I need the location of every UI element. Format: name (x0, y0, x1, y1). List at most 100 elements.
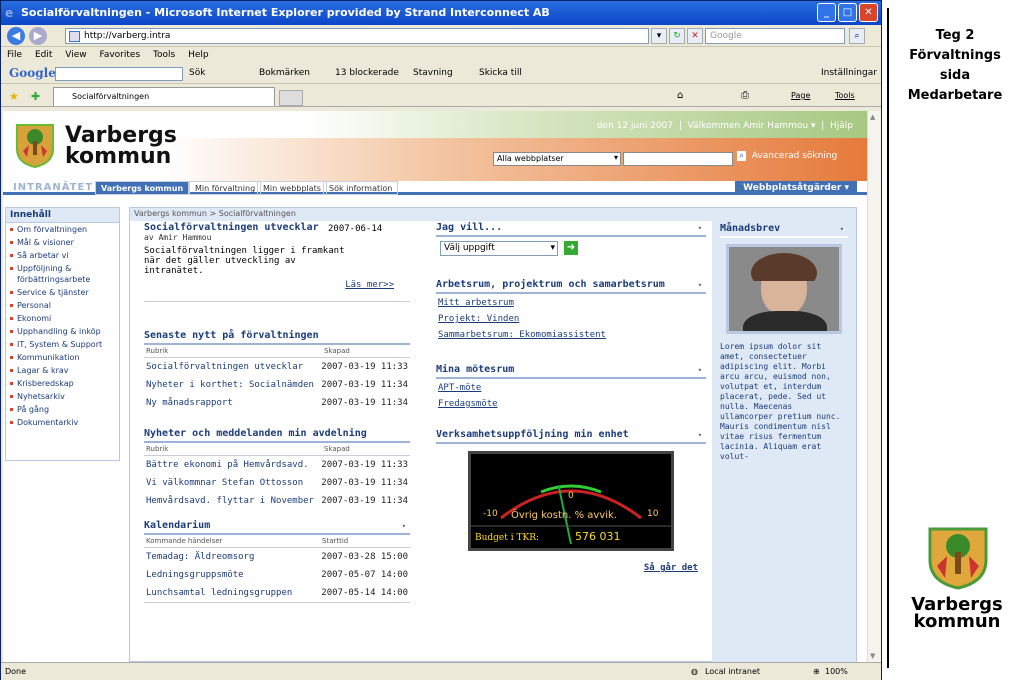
row-title[interactable]: Bättre ekonomi på Hemvårdsavd. (146, 459, 321, 471)
tab-min-webbplats[interactable]: Min webbplats (257, 181, 327, 195)
back-button[interactable]: ◀ (7, 27, 25, 45)
column-header[interactable]: Skapad (324, 347, 350, 355)
help-link[interactable]: Hjälp (830, 121, 853, 131)
table-row[interactable]: Socialförvaltningen utvecklar 2007-03-19 … (144, 358, 410, 376)
column-header[interactable]: Kommande händelser (146, 537, 322, 545)
search-scope-select[interactable]: Alla webbplatser ▾ (493, 152, 621, 166)
vertical-scrollbar[interactable]: ▲ ▼ (867, 111, 881, 662)
tab-varbergs-kommun[interactable]: Varbergs kommun (95, 181, 190, 195)
tab-socialforvaltningen[interactable]: Socialförvaltningen (53, 87, 275, 106)
table-row[interactable]: Vi välkommnar Stefan Ottosson 2007-03-19 … (144, 474, 410, 492)
menu-edit[interactable]: Edit (35, 50, 52, 60)
left-nav-item[interactable]: IT, System & Support (6, 338, 119, 351)
left-nav-item[interactable]: Dokumentarkiv (6, 416, 119, 429)
left-nav-item[interactable]: Så arbetar vi (6, 249, 119, 262)
scroll-up-icon[interactable]: ▲ (870, 113, 875, 121)
site-actions-button[interactable]: Webbplatsåtgärder ▾ (735, 181, 857, 195)
left-nav-item[interactable]: Om förvaltningen (6, 223, 119, 236)
google-search-button[interactable]: Sök (189, 68, 205, 78)
task-select[interactable]: Välj uppgift ▾ (440, 241, 558, 256)
chevron-down-icon[interactable]: ▾ (402, 522, 406, 530)
menu-favorites[interactable]: Favorites (99, 50, 140, 60)
add-favorites-icon[interactable]: ✚ (31, 90, 40, 103)
meeting-link[interactable]: Fredagsmöte (438, 399, 706, 409)
left-nav-item[interactable]: Personal (6, 299, 119, 312)
left-nav-item[interactable]: Lagar & krav (6, 364, 119, 377)
address-dropdown-icon[interactable]: ▾ (651, 28, 667, 44)
read-more-link[interactable]: Läs mer>> (345, 280, 394, 290)
column-header[interactable]: Rubrik (146, 445, 324, 453)
left-nav-item[interactable]: Service & tjänster (6, 286, 119, 299)
row-title[interactable]: Nyheter i korthet: Socialnämden (146, 379, 321, 391)
print-icon[interactable]: ⎙ (741, 90, 749, 101)
bookmarks-button[interactable]: Bokmärken (259, 68, 310, 78)
left-nav-item[interactable]: Kommunikation (6, 351, 119, 364)
column-header[interactable]: Rubrik (146, 347, 324, 355)
menu-tools[interactable]: Tools (153, 50, 175, 60)
tools-menu[interactable]: Tools (835, 91, 855, 100)
left-nav-item[interactable]: På gång (6, 403, 119, 416)
chevron-down-icon[interactable]: ▾ (698, 224, 702, 232)
google-search-input[interactable]: Google (705, 28, 845, 44)
forward-button[interactable]: ▶ (29, 27, 47, 45)
spellcheck-button[interactable]: Stavning (413, 68, 453, 78)
so-gar-det-link[interactable]: Så går det (644, 563, 698, 573)
table-row[interactable]: Temadag: Äldreomsorg 2007-03-28 15:00 (144, 548, 410, 566)
table-row[interactable]: Nyheter i korthet: Socialnämden 2007-03-1… (144, 376, 410, 394)
welcome-user[interactable]: Välkommen Amir Hammou (688, 121, 809, 131)
google-toolbar-input[interactable] (55, 67, 183, 81)
table-row[interactable]: Lunchsamtal ledningsgruppen 2007-05-14 14… (144, 584, 410, 603)
table-row[interactable]: Bättre ekonomi på Hemvårdsavd. 2007-03-19… (144, 456, 410, 474)
table-row[interactable]: Ledningsgruppsmöte 2007-05-07 14:00 (144, 566, 410, 584)
go-arrow-button[interactable]: ➜ (564, 241, 578, 255)
tab-sok-information[interactable]: Sök information (323, 181, 399, 195)
row-title[interactable]: Lunchsamtal ledningsgruppen (146, 587, 321, 599)
left-nav-item[interactable]: Mål & visioner (6, 236, 119, 249)
address-input[interactable]: http://varberg.intra (65, 28, 649, 44)
menu-file[interactable]: File (7, 50, 22, 60)
row-title[interactable]: Ledningsgruppsmöte (146, 569, 321, 581)
settings-button[interactable]: Inställningar (821, 68, 877, 78)
menu-view[interactable]: View (65, 50, 86, 60)
close-button[interactable]: ✕ (859, 3, 878, 22)
favorites-star-icon[interactable]: ★ (9, 90, 19, 103)
refresh-icon[interactable]: ↻ (669, 28, 685, 44)
stop-icon[interactable]: ✕ (687, 28, 703, 44)
chevron-down-icon[interactable]: ▾ (698, 366, 702, 374)
left-nav-item[interactable]: Upphandling & inköp (6, 325, 119, 338)
minimize-button[interactable]: _ (817, 3, 836, 22)
new-tab-button[interactable] (279, 90, 303, 106)
column-header[interactable]: Skapad (324, 445, 350, 453)
table-row[interactable]: Ny månadsrapport 2007-03-19 11:34 (144, 394, 410, 412)
menu-help[interactable]: Help (188, 50, 209, 60)
tab-min-forvaltning[interactable]: Min förvaltning (189, 181, 262, 195)
left-nav-item[interactable]: Uppföljning & förbättringsarbete (6, 262, 119, 286)
meeting-link[interactable]: APT-möte (438, 383, 706, 393)
chevron-down-icon[interactable]: ▾ (698, 431, 702, 439)
workroom-link[interactable]: Projekt: Vinden (438, 314, 706, 324)
workroom-link[interactable]: Mitt arbetsrum (438, 298, 706, 308)
search-icon[interactable]: ⌕ (737, 151, 747, 161)
chevron-down-icon[interactable]: ▾ (698, 281, 702, 289)
home-icon[interactable]: ⌂ (677, 90, 683, 101)
column-header[interactable]: Starttid (322, 537, 348, 545)
site-logo-text[interactable]: Varbergs kommun (65, 125, 177, 168)
table-row[interactable]: Hemvårdsavd. flyttar i November 2007-03-1… (144, 492, 410, 510)
breadcrumb[interactable]: Varbergs kommun > Socialförvaltningen (130, 208, 856, 221)
chevron-down-icon[interactable]: ▾ (840, 225, 844, 233)
search-icon[interactable]: ⌕ (849, 28, 865, 44)
popup-blocker-button[interactable]: 13 blockerade (335, 68, 399, 78)
site-search-input[interactable] (623, 152, 733, 166)
maximize-button[interactable]: □ (838, 3, 857, 22)
advanced-search-link[interactable]: Avancerad sökning (752, 151, 837, 161)
zoom-level[interactable]: 100% (825, 667, 848, 676)
page-menu[interactable]: Page (791, 91, 810, 100)
row-title[interactable]: Temadag: Äldreomsorg (146, 551, 321, 563)
send-to-button[interactable]: Skicka till (479, 68, 522, 78)
row-title[interactable]: Vi välkommnar Stefan Ottosson (146, 477, 321, 489)
row-title[interactable]: Socialförvaltningen utvecklar (146, 361, 321, 373)
left-nav-item[interactable]: Krisberedskap (6, 377, 119, 390)
left-nav-item[interactable]: Nyhetsarkiv (6, 390, 119, 403)
workroom-link[interactable]: Sammarbetsrum: Ekomomiassistent (438, 330, 706, 340)
row-title[interactable]: Hemvårdsavd. flyttar i November (146, 495, 321, 507)
